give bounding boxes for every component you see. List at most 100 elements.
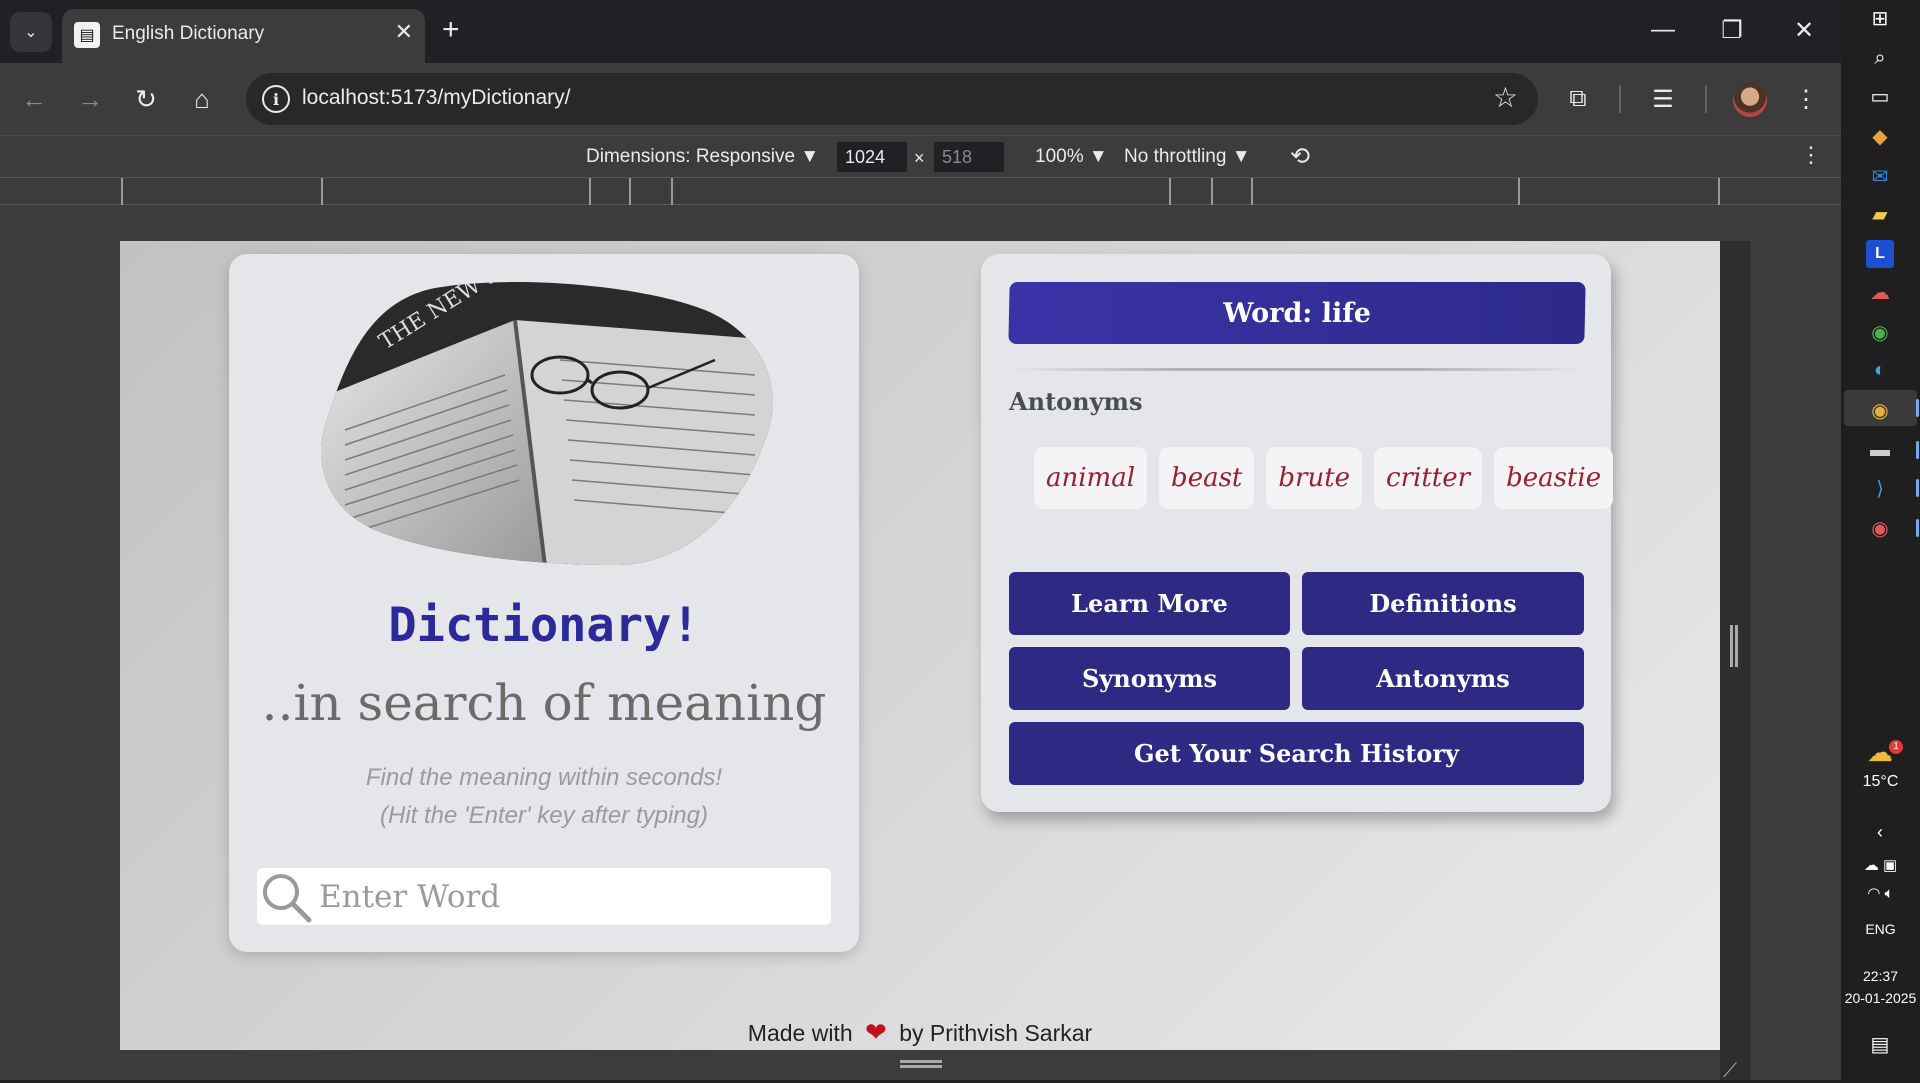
throttling-dropdown[interactable]: No throttling ▼ bbox=[1124, 146, 1251, 168]
toolbar-divider bbox=[1619, 85, 1621, 113]
vscode-icon[interactable]: ⟩ bbox=[1866, 474, 1894, 502]
synonyms-button[interactable]: Synonyms bbox=[1009, 647, 1290, 710]
result-card: Word: life Antonyms animal beast brute c… bbox=[981, 254, 1614, 812]
ruler-tick bbox=[1169, 178, 1171, 205]
toolbar-divider bbox=[1705, 85, 1707, 113]
dimensions-dropdown[interactable]: Dimensions: Responsive ▼ bbox=[586, 146, 819, 168]
reading-list-icon[interactable]: ☰ bbox=[1643, 79, 1683, 119]
windows-start-icon[interactable]: ⊞ bbox=[1866, 4, 1894, 32]
tray-icons[interactable]: ☁ ▣ bbox=[1841, 856, 1920, 874]
extensions-icon[interactable]: ⧉ bbox=[1558, 79, 1598, 119]
app-indicator bbox=[1916, 399, 1919, 417]
new-tab-button[interactable]: + bbox=[442, 12, 460, 48]
weather-badge: 1 bbox=[1889, 740, 1903, 754]
word-chip[interactable]: brute bbox=[1266, 447, 1363, 509]
word-chip[interactable]: animal bbox=[1034, 447, 1148, 509]
hint-subtext: (Hit the 'Enter' key after typing) bbox=[380, 802, 708, 829]
app-cloud-icon[interactable]: ☁ bbox=[1866, 278, 1894, 306]
browser-toolbar: ← → ↻ ⌂ i localhost:5173/myDictionary/ ☆… bbox=[0, 63, 1841, 135]
address-bar[interactable]: i localhost:5173/myDictionary/ ☆ bbox=[246, 73, 1538, 125]
definitions-button[interactable]: Definitions bbox=[1302, 572, 1584, 635]
height-input[interactable]: 518 bbox=[934, 142, 1004, 172]
search-icon bbox=[263, 874, 312, 923]
ruler-tick bbox=[671, 178, 673, 205]
back-button[interactable]: ← bbox=[14, 79, 54, 119]
ruler-tick bbox=[121, 178, 123, 205]
antonyms-button[interactable]: Antonyms bbox=[1302, 647, 1584, 710]
ruler-tick bbox=[1211, 178, 1213, 205]
zoom-label: 100% bbox=[1035, 146, 1084, 167]
dictionary-page: THE NEW SHORTER OXFORD Dictionary! ..in … bbox=[120, 241, 1720, 1050]
chrome-icon[interactable]: ◉ bbox=[1866, 318, 1894, 346]
close-tab-icon[interactable]: ✕ bbox=[395, 19, 413, 45]
temperature[interactable]: 15°C bbox=[1841, 773, 1920, 791]
clock-date[interactable]: 20-01-2025 bbox=[1841, 990, 1920, 1006]
footer-prefix: Made with bbox=[747, 1020, 853, 1046]
learn-more-button[interactable]: Learn More bbox=[1009, 572, 1290, 635]
restore-button[interactable]: ❐ bbox=[1712, 10, 1752, 50]
media-query-ruler[interactable] bbox=[0, 177, 1841, 205]
outlook-icon[interactable]: ✉ bbox=[1866, 162, 1894, 190]
browser-tab[interactable]: ▤ English Dictionary ✕ bbox=[62, 9, 425, 63]
device-toolbar: Dimensions: Responsive ▼ 1024 × 518 100%… bbox=[0, 135, 1841, 177]
tab-search-button[interactable]: ⌄ bbox=[10, 12, 52, 52]
profile-avatar[interactable] bbox=[1733, 83, 1767, 117]
app-tagline: ..in search of meaning bbox=[261, 674, 827, 732]
search-input[interactable] bbox=[319, 874, 819, 920]
file-explorer-icon[interactable]: ▰ bbox=[1866, 200, 1894, 228]
notifications-icon[interactable]: ▤ bbox=[1866, 1030, 1894, 1058]
home-button[interactable]: ⌂ bbox=[182, 79, 222, 119]
search-history-button[interactable]: Get Your Search History bbox=[1009, 722, 1584, 785]
app-title: Dictionary! bbox=[388, 598, 700, 653]
edge-icon[interactable]: ◐ bbox=[1866, 356, 1894, 384]
bookmark-star-icon[interactable]: ☆ bbox=[1493, 81, 1518, 114]
ruler-tick bbox=[589, 178, 591, 205]
app-indicator bbox=[1916, 479, 1919, 497]
open-book-image: THE NEW SHORTER OXFORD bbox=[321, 282, 773, 566]
rotate-icon[interactable]: ⟲ bbox=[1290, 142, 1310, 171]
minimize-button[interactable]: — bbox=[1643, 10, 1683, 50]
height-resize-handle[interactable] bbox=[900, 1060, 942, 1068]
tab-title: English Dictionary bbox=[112, 23, 265, 44]
antonym-chips: animal beast brute critter beastie bbox=[1034, 447, 1614, 509]
app-l-icon[interactable]: L bbox=[1866, 240, 1894, 268]
word-chip[interactable]: beast bbox=[1159, 447, 1255, 509]
dimensions-label: Dimensions: Responsive bbox=[586, 146, 796, 167]
heart-icon: ❤ bbox=[865, 1017, 887, 1047]
chrome-active-icon[interactable]: ◉ bbox=[1866, 396, 1894, 424]
clock-time[interactable]: 22:37 bbox=[1841, 968, 1920, 984]
app-indicator bbox=[1916, 519, 1919, 537]
tab-strip: ⌄ ▤ English Dictionary ✕ + — ❐ ✕ bbox=[0, 0, 1841, 63]
forward-button[interactable]: → bbox=[70, 79, 110, 119]
zoom-dropdown[interactable]: 100% ▼ bbox=[1035, 146, 1108, 168]
word-banner: Word: life bbox=[1008, 282, 1586, 344]
ruler-tick bbox=[1718, 178, 1720, 205]
search-icon[interactable]: ⌕ bbox=[1866, 44, 1894, 72]
footer-author: by Prithvish Sarkar bbox=[899, 1020, 1093, 1046]
language-indicator[interactable]: ENG bbox=[1841, 921, 1920, 937]
word-chip[interactable]: beastie bbox=[1494, 447, 1614, 509]
close-window-button[interactable]: ✕ bbox=[1784, 10, 1824, 50]
site-info-icon[interactable]: i bbox=[262, 85, 290, 113]
chrome-profile-icon[interactable]: ◉ bbox=[1866, 514, 1894, 542]
copilot-icon[interactable]: ◆ bbox=[1866, 122, 1894, 150]
task-view-icon[interactable]: ▭ bbox=[1866, 82, 1894, 110]
width-resize-handle[interactable] bbox=[1730, 625, 1738, 667]
word-chip[interactable]: critter bbox=[1374, 447, 1483, 509]
url-text[interactable]: localhost:5173/myDictionary/ bbox=[302, 86, 570, 110]
chevron-left-icon[interactable]: ‹ bbox=[1866, 818, 1894, 846]
more-options-icon[interactable]: ⋮ bbox=[1800, 142, 1822, 168]
windows-taskbar: ⊞ ⌕ ▭ ◆ ✉ ▰ L ☁ ◉ ◐ ◉ ▬ ⟩ ◉ ☁ 1 15°C ‹ ☁… bbox=[1841, 0, 1920, 1080]
ruler-tick bbox=[1518, 178, 1520, 205]
reload-button[interactable]: ↻ bbox=[126, 79, 166, 119]
app-indicator bbox=[1916, 441, 1919, 459]
search-card: THE NEW SHORTER OXFORD Dictionary! ..in … bbox=[229, 254, 859, 952]
search-box[interactable] bbox=[257, 868, 831, 925]
terminal-icon[interactable]: ▬ bbox=[1866, 436, 1894, 464]
book-icon: ▤ bbox=[74, 22, 100, 48]
network-volume-icons[interactable]: ◠ 🔈︎ bbox=[1841, 884, 1920, 902]
times-icon: × bbox=[914, 148, 925, 168]
menu-icon[interactable]: ⋮ bbox=[1786, 79, 1826, 119]
hint-text: Find the meaning within seconds! bbox=[365, 764, 723, 791]
width-input[interactable]: 1024 bbox=[837, 142, 907, 172]
